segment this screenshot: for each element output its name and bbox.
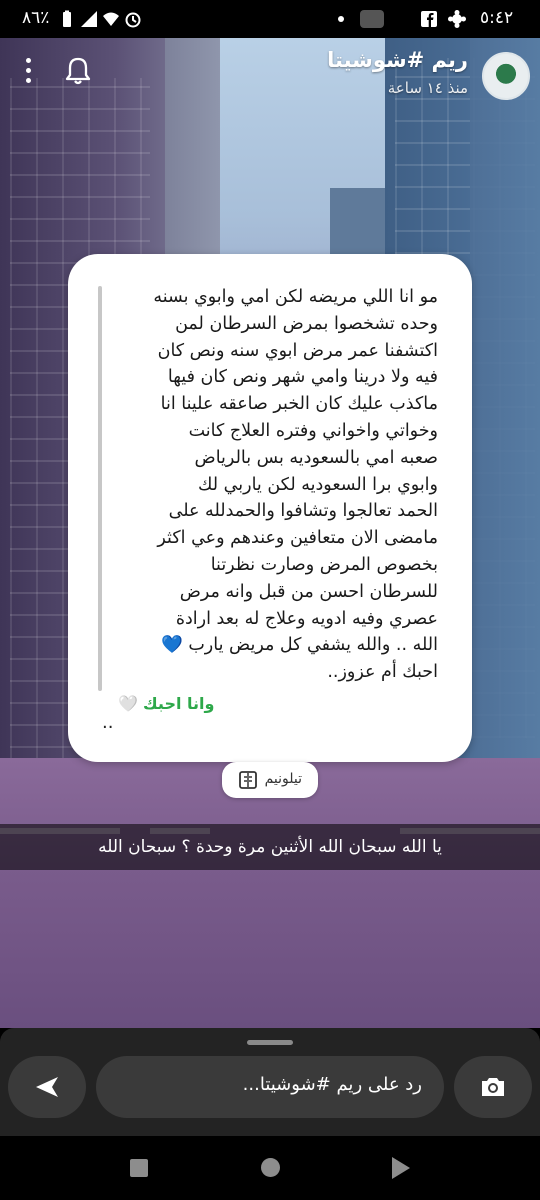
- white-heart-icon: 🤍: [118, 694, 138, 713]
- love-text: وانا احبك: [143, 694, 215, 713]
- notification-dot: [338, 16, 344, 22]
- source-label: تيلونيم: [264, 771, 302, 787]
- quote-line: مامضى الان متعافين وعندهم وعي اكثر: [157, 528, 438, 549]
- app-notification-icon: [360, 10, 384, 28]
- battery-icon: [63, 10, 71, 27]
- menu-dots-icon[interactable]: [22, 58, 34, 86]
- story-caption: يا الله سبحان الله الأثنين مرة وحدة ؟ سب…: [0, 824, 540, 870]
- quote-text: مو انا اللي مريضه لكن امي وابوي بسنه وحده…: [98, 284, 438, 686]
- reply-bar: رد على ريم #شوشيتا...: [0, 1028, 540, 1136]
- facebook-icon: [421, 11, 437, 27]
- quote-line: ماكذب عليك كان الخبر صاعقه علينا انا: [160, 394, 438, 415]
- home-button[interactable]: [261, 1158, 280, 1177]
- quote-line: مو انا اللي مريضه لكن امي وابوي بسنه: [153, 287, 438, 307]
- drag-handle[interactable]: [247, 1040, 293, 1045]
- quote-line: وابوي برا السعوديه لكن ياربي لك: [198, 474, 438, 495]
- quote-line: صعبه امي بالسعوديه بس بالرياض: [194, 447, 438, 468]
- quote-line: وحده تشخصوا بمرض السرطان لمن: [175, 313, 438, 334]
- recents-button[interactable]: [130, 1159, 148, 1177]
- status-bar: ٨٦٪ ٥:٤٢: [0, 0, 540, 38]
- trailing-dots: ..: [102, 712, 114, 733]
- quote-line: احبك أم عزوز..: [327, 662, 438, 683]
- clock: ٥:٤٢: [480, 8, 514, 28]
- send-button[interactable]: [8, 1056, 86, 1118]
- author-name[interactable]: ريم #شوشيتا: [327, 48, 468, 72]
- bell-icon[interactable]: [63, 56, 93, 86]
- settings-icon: [448, 10, 466, 28]
- system-nav-bar: [0, 1136, 540, 1200]
- quote-line: فيه ولا درينا وامي شهر ونص كان فيها: [167, 367, 438, 388]
- alarm-icon: [125, 12, 141, 28]
- quote-line: عصري وفيه ادويه وعلاج له بعد ارادة: [175, 608, 438, 629]
- post-time: منذ ١٤ ساعة: [387, 79, 468, 97]
- book-icon: [239, 771, 257, 789]
- back-button[interactable]: [392, 1157, 410, 1179]
- camera-icon: [482, 1078, 504, 1096]
- quote-line: اكتشفنا عمر مرض ابوي سنه ونص كان: [157, 340, 438, 361]
- signal-icon: [81, 11, 97, 27]
- camera-button[interactable]: [454, 1056, 532, 1118]
- quote-line: الله .. والله يشفي كل مريض يارب 💙: [160, 635, 438, 656]
- reply-placeholder: رد على ريم #شوشيتا...: [242, 1074, 422, 1095]
- wifi-icon: [103, 12, 119, 26]
- quote-line: بخصوص المرض وصارت نظرتنا: [210, 554, 438, 575]
- send-icon: [36, 1077, 58, 1097]
- quote-card: مو انا اللي مريضه لكن امي وابوي بسنه وحده…: [68, 254, 472, 762]
- battery-percent: ٨٦٪: [22, 8, 50, 28]
- quote-line: للسرطان احسن من قبل وانه مرض: [179, 581, 438, 602]
- quote-line: الحمد تعالجوا وتشافوا والحمدلله على: [168, 501, 438, 522]
- reply-input[interactable]: رد على ريم #شوشيتا...: [96, 1056, 444, 1118]
- quote-line: وخواتي واخواني وفتره العلاج كانت: [188, 420, 438, 441]
- love-line: وانا احبك 🤍: [118, 694, 214, 713]
- source-badge[interactable]: تيلونيم: [222, 762, 318, 798]
- avatar[interactable]: [482, 52, 530, 100]
